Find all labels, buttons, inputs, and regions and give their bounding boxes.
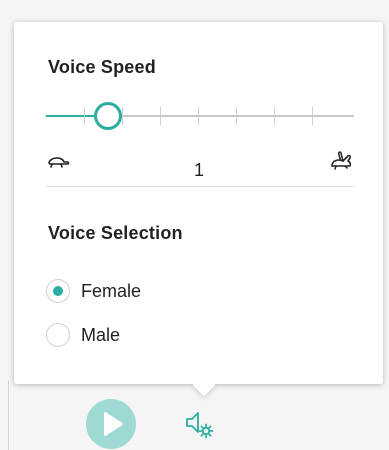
voice-speed-slider[interactable] [46,95,354,135]
male-radio[interactable] [46,323,70,347]
slider-tick [122,107,123,125]
slider-tick [198,107,199,125]
slider-tick [84,107,85,125]
male-label[interactable]: Male [81,325,120,346]
voice-selection-title: Voice Selection [48,223,183,243]
slider-thumb[interactable] [94,102,122,130]
page-edge-line [8,380,9,450]
rabbit-icon [331,151,352,170]
slider-tick [312,107,313,125]
section-divider [46,186,355,187]
voice-speed-title: Voice Speed [48,57,156,77]
slider-tick [160,107,161,125]
voice-speed-value: 1 [193,160,204,180]
speaker-settings-icon[interactable] [185,410,215,440]
turtle-icon [48,157,70,168]
play-button[interactable] [86,399,136,449]
female-label[interactable]: Female [81,281,141,302]
play-icon [104,412,123,436]
voice-settings-panel: Voice Speed 1 Voice Selection Female Mal… [14,22,383,384]
slider-tick [274,107,275,125]
panel-pointer-mask [186,366,226,384]
slider-tick [236,107,237,125]
female-radio[interactable] [46,279,70,303]
